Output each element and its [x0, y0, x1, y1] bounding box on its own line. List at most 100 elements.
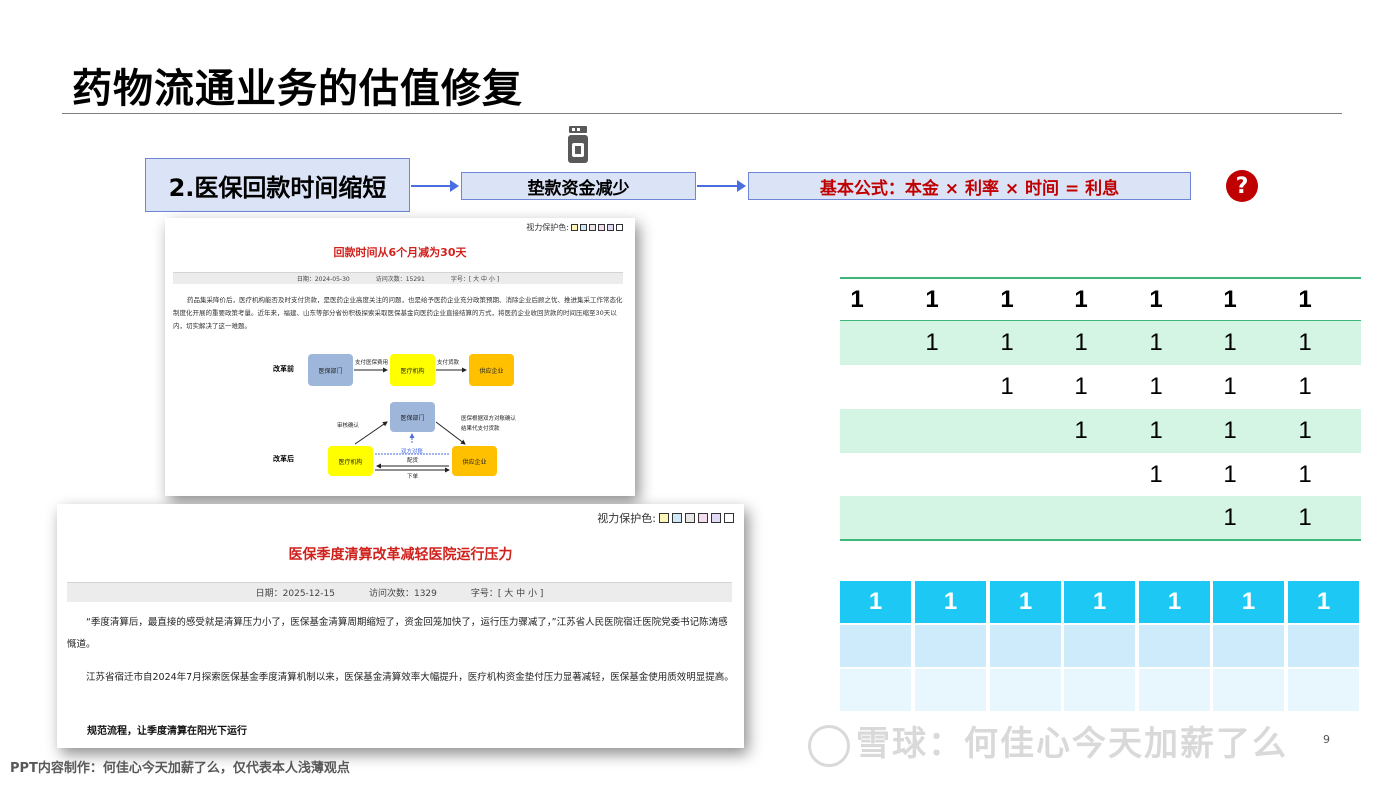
flow-arrow: [697, 180, 746, 192]
table2-header-row: 1 1 1 1 1 1 1: [840, 581, 1361, 623]
eye-protection-colors: 视力保护色:: [597, 510, 734, 526]
table-cell: 1: [1000, 329, 1014, 356]
flow-step-repayment-time: 2.医保回款时间缩短: [145, 158, 410, 212]
edge-label: 双方对账: [401, 449, 424, 455]
watermark-text: 雪球：何佳心今天加薪了么: [856, 724, 1288, 764]
medicine-bottle-icon: [568, 126, 588, 163]
color-swatch[interactable]: [616, 224, 623, 231]
table-cell: 1: [1223, 461, 1237, 488]
node-hospital-after: 医疗机构: [328, 446, 373, 476]
table-cell: [895, 496, 969, 540]
table-cell: 1: [850, 285, 864, 313]
table-cell: 1: [1223, 417, 1237, 444]
table-cell: [1064, 625, 1137, 667]
table-cell: [970, 496, 1044, 540]
flow-step-advance-funds: 垫款资金减少: [461, 172, 696, 200]
color-swatch[interactable]: [598, 224, 605, 231]
color-swatch[interactable]: [672, 513, 682, 523]
table-cell: [1288, 625, 1361, 667]
table-cell: 1: [1149, 285, 1163, 313]
table-cell: 1: [1074, 373, 1088, 400]
node-hospital-before: 医疗机构: [390, 354, 435, 386]
color-swatch[interactable]: [711, 513, 721, 523]
article-meta: 日期：2024-05-30 访问次数：15291 字号：[ 大 中 小 ]: [173, 272, 623, 284]
color-swatch[interactable]: [698, 513, 708, 523]
table-cell: 1: [1298, 417, 1312, 444]
page-number: 9: [1323, 733, 1330, 746]
color-swatch[interactable]: [685, 513, 695, 523]
flow-step-formula: 基本公式：本金 × 利率 × 时间 = 利息: [748, 172, 1191, 200]
table-cell: [990, 669, 1063, 711]
article-title: 医保季度清算改革减轻医院运行压力: [288, 547, 513, 563]
table-cell: [840, 669, 913, 711]
table-cell: [1213, 625, 1286, 667]
table-row: 1 1 1: [840, 453, 1361, 497]
article-date: 日期：2025-12-15: [255, 589, 335, 599]
table-cell: [915, 625, 988, 667]
table-cell: 1: [1149, 373, 1163, 400]
font-size-control[interactable]: 字号：[ 大 中 小 ]: [471, 586, 543, 599]
footer-credit: PPT内容制作：何佳心今天加薪了么，仅代表本人浅薄观点: [10, 761, 350, 776]
edge-label: 下单: [407, 474, 419, 480]
table-cell: 1: [1000, 285, 1014, 313]
table-cell: [1064, 669, 1137, 711]
table1-header-row: 1 1 1 1 1 1 1: [840, 279, 1361, 320]
table-cell: [820, 496, 894, 540]
table-cell: 1: [1298, 285, 1312, 313]
table-row: 1 1 1 1 1 1: [840, 321, 1361, 365]
font-size-control[interactable]: 字号：[ 大 中 小 ]: [451, 274, 499, 283]
question-mark-icon: ?: [1226, 170, 1258, 202]
article-paragraph: 江苏省宿迁市自2024年7月探索医保基金季度清算机制以来，医保基金清算效率大幅提…: [86, 672, 734, 683]
article-screenshot-2: 视力保护色: 医保季度清算改革减轻医院运行压力 日期：2025-12-15 访问…: [57, 504, 744, 748]
color-swatch[interactable]: [571, 224, 578, 231]
article-screenshot-1: 视力保护色: 回款时间从6个月减为30天 日期：2024-05-30 访问次数：…: [165, 218, 635, 496]
article-title: 回款时间从6个月减为30天: [333, 246, 467, 259]
table-cell: [915, 669, 988, 711]
table-cell: 1: [1223, 373, 1237, 400]
table-cell: [1044, 496, 1118, 540]
table-cell: 1: [1298, 504, 1312, 531]
node-insurance-before: 医保部门: [308, 354, 353, 386]
table-cell: [970, 409, 1044, 453]
color-swatch[interactable]: [659, 513, 669, 523]
edge-label: 审核确认: [337, 423, 360, 429]
table-row: [840, 625, 1361, 667]
table-cell: [970, 453, 1044, 497]
color-swatch[interactable]: [580, 224, 587, 231]
article-subheading: 规范流程，让季度清算在阳光下运行: [87, 726, 247, 737]
table-cell: 1: [1223, 329, 1237, 356]
table-cell: [1139, 669, 1212, 711]
article-visits: 访问次数：15291: [375, 276, 425, 283]
eye-protection-label: 视力保护色:: [597, 512, 656, 525]
table-cell: 1: [1288, 581, 1361, 623]
diagram-after-label: 改革后: [273, 455, 294, 463]
edge-label: 支付货款: [437, 360, 460, 366]
color-swatch[interactable]: [724, 513, 734, 523]
table-cell: 1: [925, 329, 939, 356]
table-rule: [840, 539, 1361, 541]
table-row: 1 1 1 1: [840, 409, 1361, 453]
table-row: 1 1 1 1 1: [840, 365, 1361, 409]
color-swatch[interactable]: [589, 224, 596, 231]
table-cell: 1: [1149, 417, 1163, 444]
eye-protection-colors: 视力保护色:: [526, 222, 623, 233]
article-date: 日期：2024-05-30: [296, 276, 350, 283]
table-cell: [895, 409, 969, 453]
title-divider: [62, 113, 1342, 114]
table-cell: 1: [990, 581, 1063, 623]
table-cell: [820, 409, 894, 453]
table-cell: 1: [1223, 504, 1237, 531]
article-visits: 访问次数：1329: [368, 589, 437, 599]
table-cell: [895, 365, 969, 409]
table-row: 1 1: [840, 496, 1361, 540]
node-supplier-after: 供应企业: [452, 446, 497, 476]
article-meta: 日期：2025-12-15 访问次数：1329 字号：[ 大 中 小 ]: [67, 582, 732, 602]
table-cell: 1: [1149, 461, 1163, 488]
table-cell: 1: [1064, 581, 1137, 623]
article-body: 药品集采降价后，医疗机构能否及时支付货款，是医药企业高度关注的问题，也是给予医药…: [173, 296, 623, 330]
table-cell: [1119, 496, 1193, 540]
table-cell: [820, 453, 894, 497]
color-swatch[interactable]: [607, 224, 614, 231]
table-cell: [990, 625, 1063, 667]
table-cell: [820, 321, 894, 365]
